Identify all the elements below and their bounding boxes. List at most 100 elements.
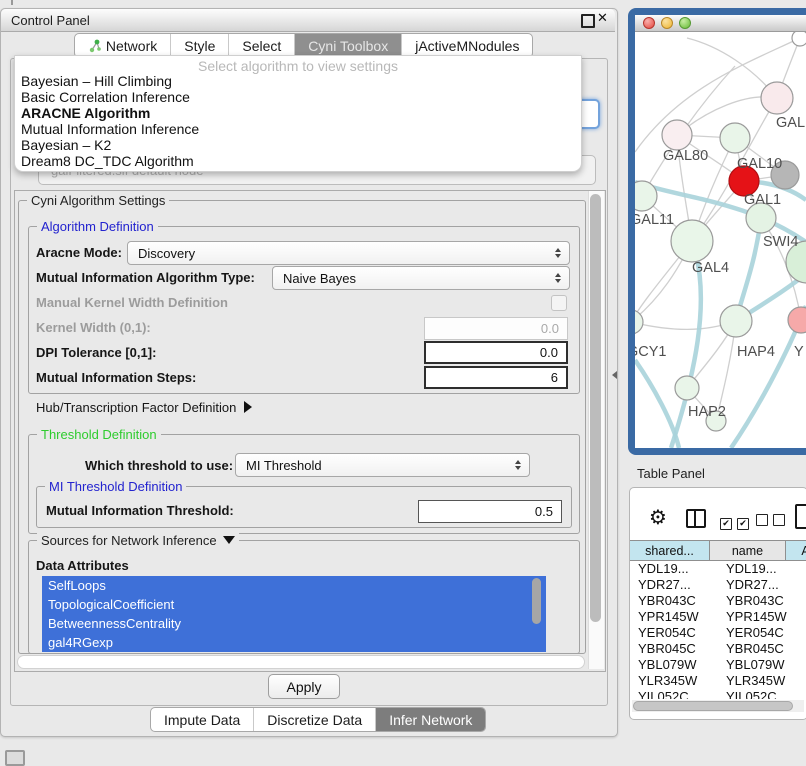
threshold-definition-title: Threshold Definition bbox=[37, 427, 161, 442]
table-cell bbox=[802, 593, 806, 609]
checked-boxes-icon[interactable]: ✔✔ bbox=[720, 513, 749, 531]
algorithm-menu-item[interactable]: Basic Correlation Inference bbox=[15, 89, 581, 105]
mi-type-combobox[interactable]: Naive Bayes bbox=[272, 266, 570, 290]
table-row[interactable]: YDL19...YDL19...13 bbox=[630, 561, 806, 577]
network-node-salmon-right[interactable] bbox=[788, 307, 806, 333]
zoom-traffic-light[interactable] bbox=[679, 17, 691, 29]
table-row[interactable]: YPR145WYPR145W9. bbox=[630, 609, 806, 625]
network-node-label: GCY1 bbox=[635, 344, 667, 360]
sources-group-title[interactable]: Sources for Network Inference bbox=[37, 533, 239, 548]
table-row[interactable]: YBR045CYBR045C9. bbox=[630, 641, 806, 657]
expander-collapsed-icon bbox=[244, 401, 252, 413]
columns-icon[interactable] bbox=[686, 509, 706, 528]
table-cell: YDR27... bbox=[630, 577, 718, 593]
table-cell: YLR345W bbox=[718, 673, 802, 689]
network-canvas[interactable]: GALGAL80GAL10GAL1GAL11SWI4GAL4GCY1HAP4YH… bbox=[635, 30, 806, 448]
aracne-mode-value: Discovery bbox=[138, 246, 195, 261]
table-cell: YBR043C bbox=[718, 593, 802, 609]
data-attribute-item[interactable]: gal4RGexp bbox=[42, 633, 546, 652]
manual-kernel-checkbox bbox=[551, 295, 567, 311]
table-cell: YIL052C bbox=[630, 689, 718, 699]
table-row[interactable]: YIL052CYIL052C9 bbox=[630, 689, 806, 699]
table-hscrollbar-thumb[interactable] bbox=[633, 701, 793, 711]
algorithm-menu-item[interactable]: Bayesian – Hill Climbing bbox=[15, 73, 581, 89]
dpi-tolerance-value: 0.0 bbox=[540, 345, 558, 360]
which-threshold-combobox[interactable]: MI Threshold bbox=[235, 453, 530, 477]
manual-kernel-label: Manual Kernel Width Definition bbox=[36, 295, 228, 310]
tab-label: Network bbox=[106, 38, 157, 54]
algorithm-menu-item[interactable]: Dream8 DC_TDC Algorithm bbox=[15, 153, 581, 169]
network-node-partial-top[interactable] bbox=[792, 30, 806, 46]
algorithm-menu-item[interactable]: ARACNE Algorithm bbox=[15, 105, 581, 121]
unchecked-boxes-icon[interactable] bbox=[756, 513, 785, 531]
network-window-titlebar bbox=[635, 15, 806, 32]
mi-steps-input[interactable]: 6 bbox=[424, 366, 568, 389]
mi-threshold-group-title: MI Threshold Definition bbox=[45, 479, 186, 494]
mi-threshold-value: 0.5 bbox=[535, 504, 553, 519]
hub-factor-expander[interactable]: Hub/Transcription Factor Definition bbox=[36, 400, 252, 415]
algorithm-menu-item[interactable]: Mutual Information Inference bbox=[15, 121, 581, 137]
close-window-icon[interactable]: ✕ bbox=[597, 11, 608, 26]
table-cell: YBR043C bbox=[630, 593, 718, 609]
dpi-tolerance-input[interactable]: 0.0 bbox=[424, 341, 568, 364]
table-row[interactable]: YBL079WYBL079W bbox=[630, 657, 806, 673]
table-cell: 12 bbox=[802, 577, 806, 593]
kernel-width-label: Kernel Width (0,1): bbox=[36, 320, 151, 335]
network-node-HAP4[interactable] bbox=[720, 305, 752, 337]
data-attribute-item[interactable]: TopologicalCoefficient bbox=[42, 595, 546, 614]
aracne-mode-combobox[interactable]: Discovery bbox=[127, 241, 570, 265]
bottom-tab-label: Infer Network bbox=[389, 712, 472, 728]
algorithm-popup-placeholder: Select algorithm to view settings bbox=[15, 56, 581, 73]
hub-factor-expander-label: Hub/Transcription Factor Definition bbox=[36, 400, 236, 415]
network-node-pink-upper[interactable] bbox=[761, 82, 793, 114]
bottom-tab-discretize-data[interactable]: Discretize Data bbox=[254, 708, 376, 731]
panel-splitter-handle[interactable] bbox=[612, 371, 617, 379]
float-window-icon[interactable] bbox=[581, 14, 595, 28]
table-column-header[interactable]: shared... bbox=[630, 540, 710, 561]
settings-hscrollbar-track[interactable] bbox=[17, 655, 585, 669]
network-node-HAP2[interactable] bbox=[675, 376, 699, 400]
tab-network[interactable]: Network bbox=[75, 34, 171, 57]
settings-scrollbar-thumb[interactable] bbox=[590, 194, 601, 622]
table-row[interactable]: YBR043CYBR043C bbox=[630, 593, 806, 609]
table-column-header[interactable]: name bbox=[710, 540, 786, 561]
mi-threshold-input[interactable]: 0.5 bbox=[418, 500, 562, 523]
network-node-GAL4[interactable] bbox=[671, 220, 713, 262]
tab-label: jActiveMNodules bbox=[415, 38, 519, 54]
tab-cyni-toolbox[interactable]: Cyni Toolbox bbox=[295, 34, 402, 57]
cyni-algorithm-settings-title: Cyni Algorithm Settings bbox=[27, 193, 169, 208]
table-body: YDL19...YDL19...13YDR27...YDR27...12YBR0… bbox=[630, 561, 806, 699]
bottom-tab-impute-data[interactable]: Impute Data bbox=[151, 708, 254, 731]
tab-select[interactable]: Select bbox=[229, 34, 295, 57]
data-attribute-item[interactable]: SelfLoops bbox=[42, 576, 546, 595]
kernel-width-value: 0.0 bbox=[541, 321, 559, 336]
table-column-header[interactable]: A bbox=[786, 540, 806, 561]
network-node-GAL80[interactable] bbox=[662, 120, 692, 150]
data-attributes-scrollbar-thumb[interactable] bbox=[532, 578, 541, 624]
which-threshold-value: MI Threshold bbox=[246, 458, 322, 473]
algorithm-menu-item[interactable]: Bayesian – K2 bbox=[15, 137, 581, 153]
which-threshold-label: Which threshold to use: bbox=[85, 458, 233, 473]
network-node-GAL10[interactable] bbox=[720, 123, 750, 153]
network-node-label: HAP2 bbox=[688, 404, 726, 420]
table-row[interactable]: YER054CYER054C8. bbox=[630, 625, 806, 641]
bottom-tab-infer-network[interactable]: Infer Network bbox=[376, 708, 485, 731]
document-icon[interactable] bbox=[795, 504, 806, 529]
minimize-traffic-light[interactable] bbox=[661, 17, 673, 29]
table-row[interactable]: YLR345WYLR345W9. bbox=[630, 673, 806, 689]
control-panel-title: Control Panel bbox=[1, 13, 90, 28]
gear-icon[interactable]: ⚙ bbox=[649, 505, 667, 529]
data-attribute-item[interactable]: BetweennessCentrality bbox=[42, 614, 546, 633]
window-edge-fragment bbox=[11, 0, 13, 5]
table-cell: YDR27... bbox=[718, 577, 802, 593]
apply-button[interactable]: Apply bbox=[268, 674, 340, 699]
mi-threshold-label: Mutual Information Threshold: bbox=[46, 503, 234, 518]
network-node-label: GAL bbox=[776, 115, 805, 131]
tab-label: Style bbox=[184, 38, 215, 54]
network-node-GCY1[interactable] bbox=[635, 310, 643, 334]
table-row[interactable]: YDR27...YDR27...12 bbox=[630, 577, 806, 593]
minimized-panel-icon[interactable] bbox=[5, 750, 25, 766]
tab-jactivemnodules[interactable]: jActiveMNodules bbox=[402, 34, 532, 57]
close-traffic-light[interactable] bbox=[643, 17, 655, 29]
tab-style[interactable]: Style bbox=[171, 34, 229, 57]
